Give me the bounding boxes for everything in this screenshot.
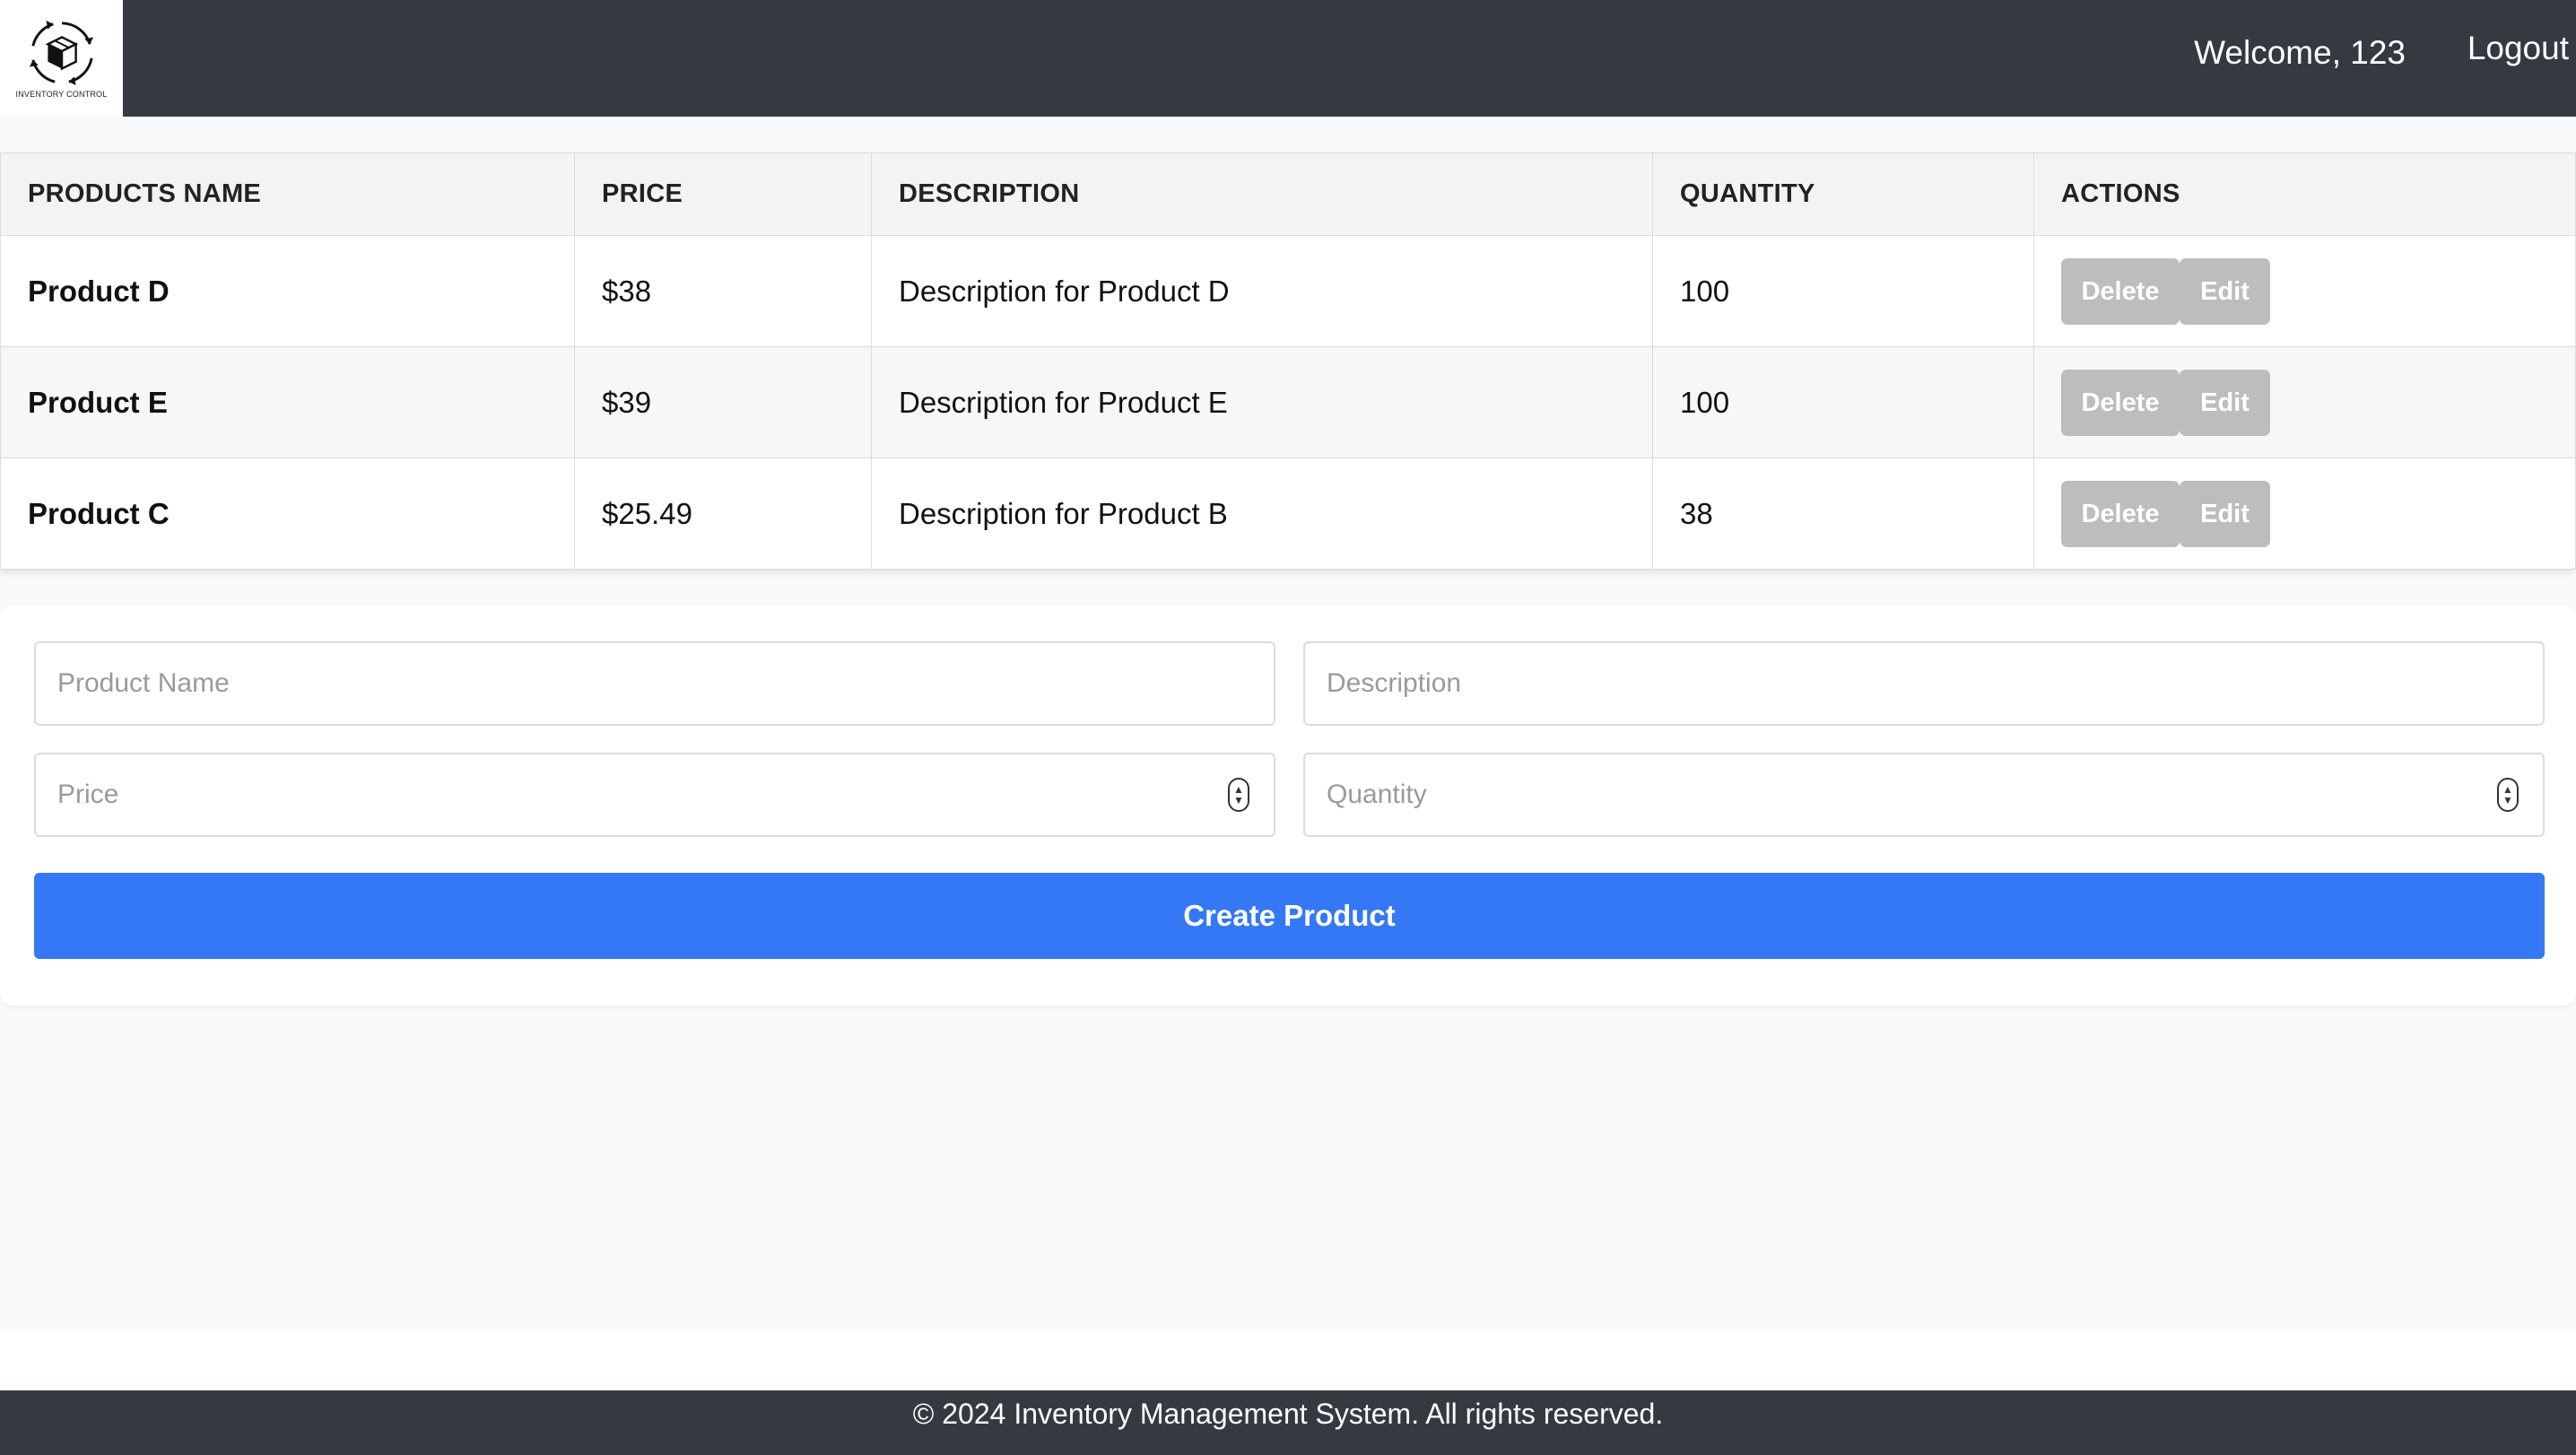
- product-description-cell: Description for Product B: [871, 457, 1653, 570]
- product-quantity-cell: 100: [1652, 346, 2034, 458]
- product-description-cell: Description for Product E: [871, 346, 1653, 458]
- column-header-actions: ACTIONS: [2033, 152, 2576, 236]
- edit-button[interactable]: Edit: [2180, 369, 2270, 436]
- products-table-container: PRODUCTS NAME PRICE DESCRIPTION QUANTITY…: [0, 152, 2576, 570]
- main-content: PRODUCTS NAME PRICE DESCRIPTION QUANTITY…: [0, 117, 2576, 1329]
- welcome-message: Welcome, 123: [2194, 34, 2406, 71]
- logo-text: INVENTORY CONTROL: [15, 90, 108, 99]
- products-table: PRODUCTS NAME PRICE DESCRIPTION QUANTITY…: [0, 152, 2576, 570]
- product-price-cell: $25.49: [574, 457, 872, 570]
- actions-cell: Delete Edit: [2033, 235, 2576, 347]
- logout-link[interactable]: Logout: [2467, 30, 2569, 67]
- top-navbar: INVENTORY CONTROL Welcome, 123 Logout: [0, 0, 2576, 117]
- price-stepper-icon[interactable]: ▲ ▼: [1228, 778, 1249, 812]
- column-header-name: PRODUCTS NAME: [0, 152, 575, 236]
- table-row: Product C $25.49 Description for Product…: [0, 457, 2576, 570]
- product-name-cell: Product E: [0, 346, 575, 458]
- table-header-row: PRODUCTS NAME PRICE DESCRIPTION QUANTITY…: [0, 152, 2576, 236]
- product-name-input[interactable]: [34, 641, 1275, 726]
- product-quantity-cell: 100: [1652, 235, 2034, 347]
- delete-button[interactable]: Delete: [2061, 369, 2180, 436]
- actions-cell: Delete Edit: [2033, 457, 2576, 570]
- product-price-cell: $38: [574, 235, 872, 347]
- table-row: Product E $39 Description for Product E …: [0, 346, 2576, 458]
- description-input[interactable]: [1303, 641, 2545, 726]
- price-input[interactable]: [34, 753, 1275, 837]
- edit-button[interactable]: Edit: [2180, 257, 2270, 325]
- actions-cell: Delete Edit: [2033, 346, 2576, 458]
- app-logo[interactable]: INVENTORY CONTROL: [0, 0, 123, 117]
- inventory-logo-icon: [29, 20, 93, 86]
- footer: © 2024 Inventory Management System. All …: [0, 1390, 2576, 1455]
- create-product-form: ▲▼ ▲▼ Create Product: [0, 606, 2576, 1006]
- footer-copyright: © 2024 Inventory Management System. All …: [912, 1398, 1664, 1430]
- column-header-quantity: QUANTITY: [1652, 152, 2034, 236]
- create-product-button[interactable]: Create Product: [34, 873, 2545, 959]
- delete-button[interactable]: Delete: [2061, 480, 2180, 547]
- product-price-cell: $39: [574, 346, 872, 458]
- table-row: Product D $38 Description for Product D …: [0, 235, 2576, 347]
- product-name-cell: Product C: [0, 457, 575, 570]
- edit-button[interactable]: Edit: [2180, 480, 2270, 547]
- column-header-price: PRICE: [574, 152, 872, 236]
- product-description-cell: Description for Product D: [871, 235, 1653, 347]
- quantity-input[interactable]: [1303, 753, 2545, 837]
- product-quantity-cell: 38: [1652, 457, 2034, 570]
- quantity-stepper-icon[interactable]: ▲ ▼: [2497, 778, 2519, 812]
- delete-button[interactable]: Delete: [2061, 257, 2180, 325]
- product-name-cell: Product D: [0, 235, 575, 347]
- column-header-description: DESCRIPTION: [871, 152, 1653, 236]
